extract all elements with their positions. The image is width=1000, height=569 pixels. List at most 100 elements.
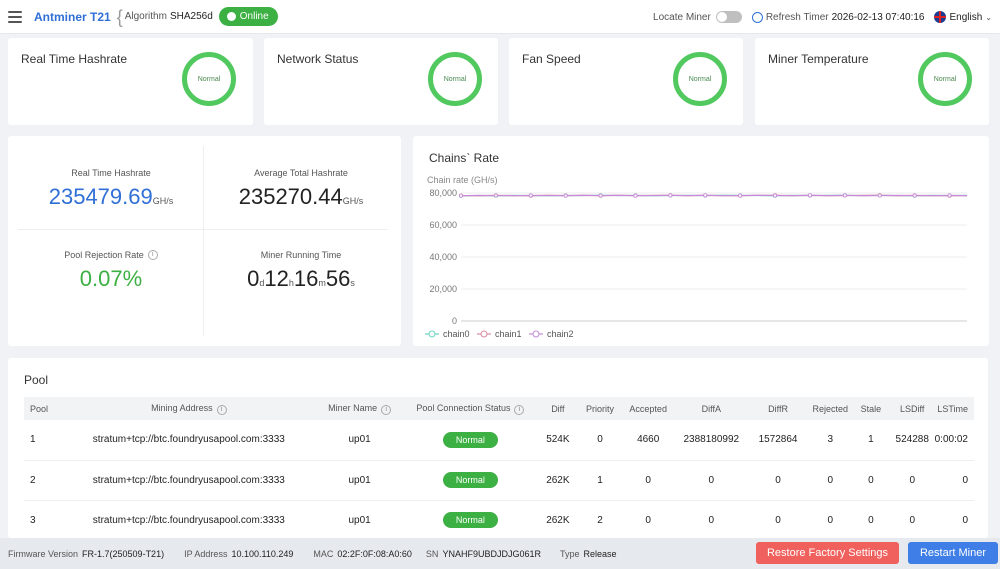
cell-diffa: 0 (675, 500, 748, 538)
firmware-value: FR-1.7(250509-T21) (82, 548, 165, 559)
rejection-rate-stat: Pool Rejection Rate i 0.07% (16, 250, 206, 292)
rejection-rate-title: Pool Rejection Rate i (16, 250, 206, 260)
pool-panel: Pool Pool Mining Address i Miner Name i Po… (8, 358, 988, 538)
legend-label-chain0: chain0 (443, 329, 470, 339)
mac-value: 02:2F:0F:08:A0:60 (337, 548, 412, 559)
col-address-label: Mining Address (151, 402, 213, 413)
realtime-hashrate-label: Real Time Hashrate (71, 168, 151, 178)
cell-miner: up01 (315, 460, 404, 501)
refresh-timestamp: 2026-02-13 07:40:16 (831, 11, 925, 23)
status-ring: Normal (918, 52, 972, 106)
pool-title: Pool (24, 373, 49, 387)
cell-lstime: 0 (934, 500, 974, 538)
hashrate-stats-panel: Real Time Hashrate 235479.69GH/s Average… (8, 136, 401, 346)
top-bar: Antminer T21 { Algorithm SHA256d Online … (0, 0, 1000, 34)
locate-miner-label: Locate Miner (653, 11, 711, 23)
uk-flag-icon[interactable] (934, 11, 947, 23)
pool-table-header: Pool Mining Address i Miner Name i Pool Co… (24, 397, 974, 420)
info-icon[interactable]: i (514, 404, 525, 415)
table-row: 1 stratum+tcp://btc.foundryusapool.com:3… (24, 420, 974, 461)
status-card-label: Fan Speed (522, 52, 581, 66)
col-status: Pool Connection Status i (404, 397, 537, 420)
status-ring: Normal (673, 52, 727, 106)
legend-marker-chain2 (532, 330, 540, 338)
algorithm-info: { Algorithm SHA256d (117, 8, 213, 26)
cell-lsdiff: 0 (889, 500, 935, 538)
status-card-label: Network Status (277, 52, 359, 66)
cell-rejected: 3 (808, 420, 852, 461)
running-minutes: 16 (293, 266, 319, 291)
average-hashrate-unit: GH/s (342, 196, 364, 206)
col-diffa: DiffA (701, 403, 721, 414)
running-time-value: 0d12h16m56s (206, 266, 396, 292)
cell-rejected: 0 (808, 460, 852, 501)
col-priority: Priority (585, 403, 614, 414)
locate-miner-toggle[interactable] (715, 11, 742, 23)
cell-accepted: 4660 (621, 420, 676, 461)
series-point-chain2 (668, 193, 673, 198)
table-row: 2 stratum+tcp://btc.foundryusapool.com:3… (24, 460, 974, 501)
cell-priority: 1 (578, 460, 622, 501)
cell-lsdiff: 0 (889, 460, 935, 501)
average-hashrate-value: 235270.44 (238, 184, 343, 209)
cell-status: Normal (403, 460, 537, 501)
status-card-hashrate: Real Time Hashrate Normal (8, 38, 253, 125)
col-address: Mining Address i (62, 397, 315, 420)
refresh-clock-icon[interactable] (751, 11, 763, 23)
cell-diff: 262K (536, 500, 579, 538)
type-value: Release (583, 548, 617, 559)
series-point-chain2 (877, 193, 882, 198)
running-hours: 12 (264, 266, 289, 291)
realtime-hashrate-stat: Real Time Hashrate 235479.69GH/s (16, 168, 206, 210)
cell-diffr: 0 (747, 460, 809, 501)
divider (18, 229, 388, 230)
online-status-badge: Online (218, 7, 278, 26)
y-tick-label: 20,000 (429, 284, 457, 294)
series-point-chain2 (459, 193, 464, 198)
mac-label: MAC (313, 548, 334, 559)
algorithm-label: Algorithm (124, 11, 167, 22)
brand-title: Antminer T21 (34, 9, 111, 24)
col-accepted: Accepted (629, 403, 667, 414)
restart-miner-button[interactable]: Restart Miner (908, 542, 998, 564)
series-point-chain2 (807, 193, 812, 198)
y-axis-label: Chain rate (GH/s) (427, 175, 498, 185)
cell-priority: 0 (578, 420, 622, 461)
series-point-chain2 (703, 193, 708, 198)
series-point-chain2 (493, 193, 498, 198)
series-point-chain2 (947, 193, 952, 198)
y-tick-label: 0 (452, 316, 457, 326)
status-card-fan: Fan Speed Normal (509, 38, 743, 125)
hamburger-menu-icon[interactable] (8, 10, 22, 23)
info-icon[interactable]: i (216, 404, 227, 415)
sn-label: SN (425, 548, 439, 559)
status-card-network: Network Status Normal (264, 38, 498, 125)
ip-value: 10.100.110.249 (231, 548, 294, 559)
legend-label-chain1: chain1 (495, 329, 522, 339)
legend-label-chain2: chain2 (547, 329, 574, 339)
status-card-temperature: Miner Temperature Normal (755, 38, 989, 125)
online-status-label: Online (239, 11, 269, 22)
minutes-unit: m (318, 278, 326, 288)
cell-miner: up01 (315, 500, 404, 538)
restore-factory-button[interactable]: Restore Factory Settings (756, 542, 899, 564)
cell-priority: 2 (578, 500, 622, 538)
rejection-rate-value: 0.07% (79, 266, 143, 291)
cell-diffr: 0 (747, 500, 809, 538)
cell-diff: 262K (536, 460, 579, 501)
type-label: Type (559, 548, 580, 559)
cell-lstime: 0:00:02 (934, 420, 974, 461)
cell-pool: 3 (24, 500, 63, 538)
info-icon[interactable]: i (147, 250, 158, 260)
cell-diff: 524K (536, 420, 579, 461)
cell-diffa: 0 (675, 460, 748, 501)
y-tick-label: 60,000 (429, 220, 457, 230)
language-select[interactable]: English (949, 12, 982, 23)
seconds-unit: s (350, 278, 355, 288)
series-point-chain2 (563, 193, 568, 198)
info-icon[interactable]: i (381, 404, 392, 415)
col-diff: Diff (551, 403, 565, 414)
chevron-down-icon[interactable]: ⌄ (985, 13, 992, 22)
ip-label: IP Address (184, 548, 228, 559)
cell-lsdiff: 524288 (889, 420, 935, 461)
